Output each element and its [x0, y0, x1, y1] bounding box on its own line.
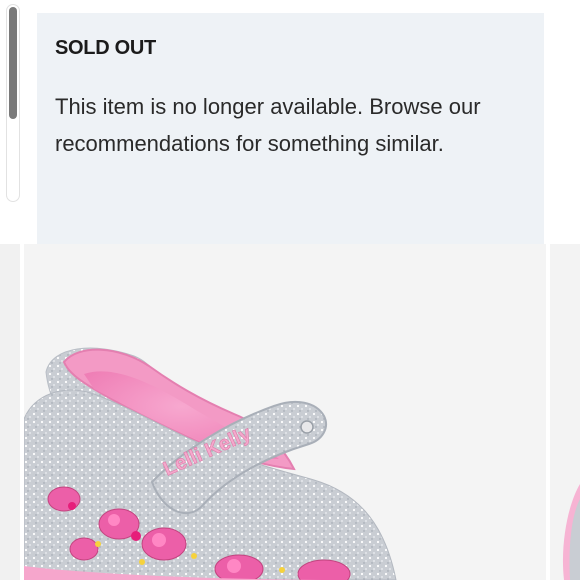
recommendation-card-next[interactable] — [550, 244, 580, 580]
recommendation-card[interactable]: Lelli Kelly — [24, 244, 546, 580]
scrollbar[interactable] — [6, 4, 20, 202]
next-product-image — [562, 484, 580, 580]
notice-message: This item is no longer available. Browse… — [55, 94, 481, 156]
sold-out-notice: SOLD OUT This item is no longer availabl… — [37, 13, 544, 244]
page: SOLD OUT This item is no longer availabl… — [0, 0, 580, 580]
scrollbar-thumb[interactable] — [9, 7, 17, 119]
recommendation-card-previous[interactable] — [0, 244, 20, 580]
product-image[interactable]: Lelli Kelly — [24, 244, 546, 580]
notice-title: SOLD OUT — [55, 37, 156, 59]
recommendations-row: Lelli Kelly — [0, 244, 580, 580]
